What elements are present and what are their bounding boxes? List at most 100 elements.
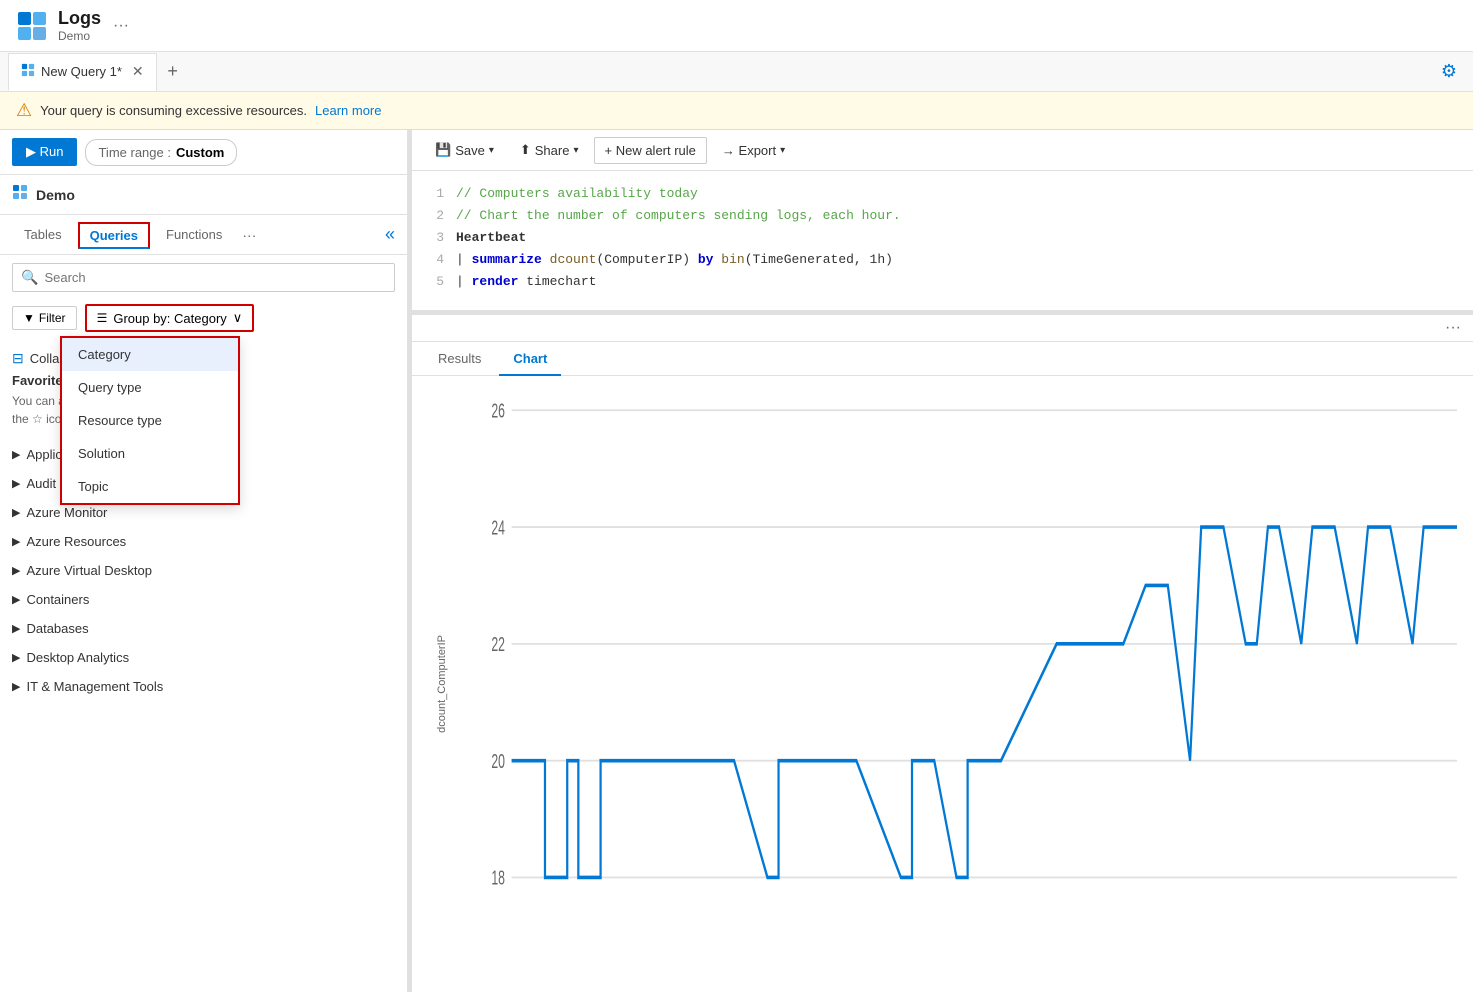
right-toolbar: 💾 Save ▾ ⬆ Share ▾ + New alert rule → Ex… <box>412 130 1473 171</box>
sidebar: ▶ Run Time range : Custom Demo Tables Qu… <box>0 130 408 992</box>
group-by-label: Group by: Category <box>113 311 226 326</box>
y-axis-label: dcount_ComputerIP <box>436 635 448 733</box>
main-container: ▶ Run Time range : Custom Demo Tables Qu… <box>0 130 1473 992</box>
chart-svg: 26 24 22 20 18 <box>456 392 1457 976</box>
category-item-it-mgmt[interactable]: ▶ IT & Management Tools <box>0 672 407 701</box>
chart-more-icon[interactable]: ··· <box>1445 319 1461 337</box>
nav-more-icon[interactable]: ··· <box>242 227 256 243</box>
export-button[interactable]: → Export ▾ <box>711 137 796 164</box>
category-arrow: ▶ <box>12 506 20 519</box>
active-tab[interactable]: New Query 1* ✕ <box>8 53 157 91</box>
share-button[interactable]: ⬆ Share ▾ <box>509 136 590 164</box>
group-by-dropdown: Category Query type Resource type Soluti… <box>60 336 240 505</box>
category-arrow: ▶ <box>12 535 20 548</box>
group-by-button[interactable]: ☰ Group by: Category ∨ <box>85 304 255 332</box>
category-arrow: ▶ <box>12 448 20 461</box>
new-alert-button[interactable]: + New alert rule <box>594 137 707 164</box>
category-label: Azure Virtual Desktop <box>26 563 152 578</box>
app-more-icon[interactable]: ··· <box>113 17 129 35</box>
tab-chart[interactable]: Chart <box>499 343 561 376</box>
tab-functions[interactable]: Functions <box>154 219 234 252</box>
save-button[interactable]: 💾 Save ▾ <box>424 136 505 164</box>
tab-close-icon[interactable]: ✕ <box>132 63 144 80</box>
dropdown-item-solution[interactable]: Solution <box>62 437 238 470</box>
app-logo <box>16 10 48 42</box>
export-chevron: ▾ <box>780 145 785 156</box>
scope-label: Demo <box>36 187 75 203</box>
time-range-value: Custom <box>176 145 224 160</box>
scope-row: Demo <box>0 175 407 215</box>
tab-tables[interactable]: Tables <box>12 219 74 252</box>
time-range-label: Time range : <box>98 145 171 160</box>
tab-bar: New Query 1* ✕ + ⚙ <box>0 52 1473 92</box>
tab-settings-icon[interactable]: ⚙ <box>1433 57 1465 86</box>
dropdown-item-query-type[interactable]: Query type <box>62 371 238 404</box>
tab-results[interactable]: Results <box>424 343 495 376</box>
run-button[interactable]: ▶ Run <box>12 138 77 166</box>
category-arrow: ▶ <box>12 651 20 664</box>
save-chevron: ▾ <box>489 145 494 156</box>
warning-icon: ⚠ <box>16 100 32 121</box>
category-arrow: ▶ <box>12 680 20 693</box>
filter-row: ▼ Filter ☰ Group by: Category ∨ Category… <box>0 300 407 336</box>
group-by-icon: ☰ <box>97 311 108 325</box>
category-label: Desktop Analytics <box>26 650 129 665</box>
category-item-azure-vd[interactable]: ▶ Azure Virtual Desktop <box>0 556 407 585</box>
tab-label: New Query 1* <box>41 64 122 79</box>
category-item-desktop-analytics[interactable]: ▶ Desktop Analytics <box>0 643 407 672</box>
chart-tabs: Results Chart <box>412 342 1473 376</box>
svg-text:22: 22 <box>491 633 505 656</box>
category-label: Azure Monitor <box>26 505 107 520</box>
tab-add-button[interactable]: + <box>159 58 187 86</box>
filter-label: Filter <box>39 311 66 325</box>
time-range-button[interactable]: Time range : Custom <box>85 139 237 166</box>
app-subtitle: Demo <box>58 29 101 43</box>
chart-area: ··· Results Chart dcount_ComputerIP <box>412 315 1473 992</box>
code-editor[interactable]: 1 // Computers availability today 2 // C… <box>412 171 1473 311</box>
warning-bar: ⚠ Your query is consuming excessive reso… <box>0 92 1473 130</box>
dropdown-item-resource-type[interactable]: Resource type <box>62 404 238 437</box>
group-by-chevron: ∨ <box>233 310 243 326</box>
code-line-1: 1 // Computers availability today <box>428 183 1457 205</box>
code-line-4: 4 | summarize dcount(ComputerIP) by bin(… <box>428 249 1457 271</box>
svg-text:26: 26 <box>491 399 505 422</box>
code-line-5: 5 | render timechart <box>428 271 1457 293</box>
tab-queries[interactable]: Queries <box>78 222 150 249</box>
chart-line <box>512 527 1457 877</box>
tab-icon <box>21 63 35 80</box>
app-title: Logs <box>58 8 101 29</box>
category-label: Containers <box>26 592 89 607</box>
search-icon: 🔍 <box>21 269 38 286</box>
chart-toolbar: ··· <box>412 315 1473 342</box>
app-title-group: Logs Demo <box>58 8 101 43</box>
collapse-icon: ⊟ <box>12 350 24 367</box>
svg-text:18: 18 <box>491 867 505 890</box>
nav-collapse-icon[interactable]: « <box>385 224 395 245</box>
dropdown-item-topic[interactable]: Topic <box>62 470 238 503</box>
category-item-databases[interactable]: ▶ Databases <box>0 614 407 643</box>
category-label: IT & Management Tools <box>26 679 163 694</box>
search-box: 🔍 <box>12 263 395 292</box>
filter-icon: ▼ <box>23 311 35 325</box>
chart-container: dcount_ComputerIP 26 <box>412 376 1473 992</box>
app-header: Logs Demo ··· <box>0 0 1473 52</box>
code-line-2: 2 // Chart the number of computers sendi… <box>428 205 1457 227</box>
toolbar-row: ▶ Run Time range : Custom <box>0 130 407 175</box>
category-label: Databases <box>26 621 88 636</box>
filter-button[interactable]: ▼ Filter <box>12 306 77 330</box>
category-arrow: ▶ <box>12 593 20 606</box>
category-label: Audit <box>26 476 56 491</box>
category-arrow: ▶ <box>12 622 20 635</box>
category-item-containers[interactable]: ▶ Containers <box>0 585 407 614</box>
save-icon: 💾 <box>435 142 451 158</box>
category-arrow: ▶ <box>12 477 20 490</box>
share-chevron: ▾ <box>573 145 578 156</box>
dropdown-item-category[interactable]: Category <box>62 338 238 371</box>
sidebar-nav: Tables Queries Functions ··· « <box>0 215 407 255</box>
code-line-3: 3 Heartbeat <box>428 227 1457 249</box>
scope-icon <box>12 184 28 205</box>
search-input[interactable] <box>44 270 386 285</box>
svg-text:24: 24 <box>491 516 505 539</box>
warning-learn-more-link[interactable]: Learn more <box>315 103 381 118</box>
category-item-azure-resources[interactable]: ▶ Azure Resources <box>0 527 407 556</box>
